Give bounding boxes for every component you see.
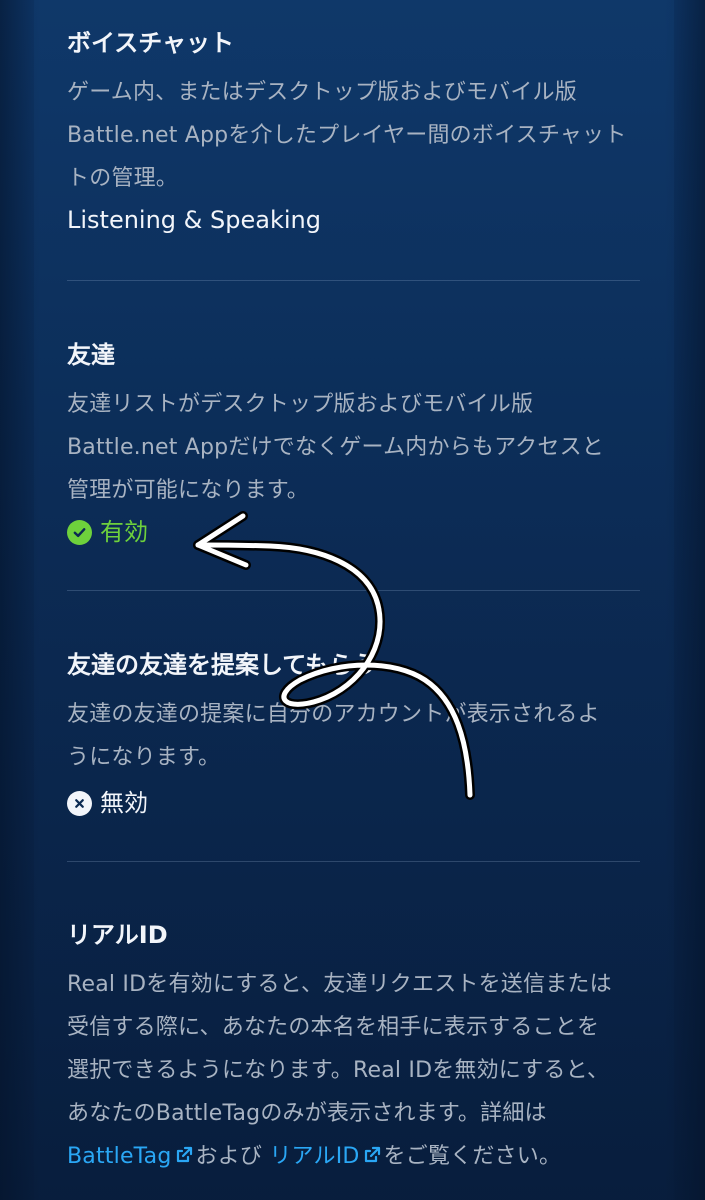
description-line: 管理が可能になります。	[67, 478, 310, 503]
voice-chat-description: ゲーム内、またはデスクトップ版およびモバイル版 Battle.net Appを介…	[67, 71, 643, 200]
real-id-section: リアルID Real IDを有効にすると、友達リクエストを送信または 受信する際…	[67, 862, 643, 1180]
description-line: 友達リストがデスクトップ版およびモバイル版	[67, 392, 534, 417]
description-line: トの管理。	[67, 166, 179, 191]
link-separator-text: および	[195, 1144, 270, 1169]
friends-status-label: 有効	[100, 518, 148, 546]
description-line: ゲーム内、またはデスクトップ版およびモバイル版	[67, 80, 577, 105]
friends-description: 友達リストがデスクトップ版およびモバイル版 Battle.net Appだけでな…	[67, 383, 643, 512]
friends-title: 友達	[67, 341, 115, 369]
friend-suggestions-status-label: 無効	[100, 789, 148, 817]
closing-text: をご覧ください。	[383, 1144, 562, 1169]
external-link-icon[interactable]	[174, 1137, 194, 1180]
description-line: あなたのBattleTagのみが表示されます。詳細は	[67, 1101, 547, 1126]
friend-suggestions-title: 友達の友達を提案してもらう	[67, 651, 378, 679]
description-line: Battle.net Appだけでなくゲーム内からもアクセスと	[67, 435, 604, 460]
battletag-link[interactable]: BattleTag	[67, 1144, 172, 1169]
description-line: うになります。	[67, 745, 221, 770]
description-line: 選択できるようになります。Real IDを無効にすると、	[67, 1058, 610, 1083]
check-circle-icon	[67, 519, 92, 545]
friend-suggestions-status-disabled[interactable]: 無効	[67, 787, 643, 819]
description-line: 友達の友達の提案に自分のアカウントが表示されるよ	[67, 702, 600, 727]
friends-section: 友達 友達リストがデスクトップ版およびモバイル版 Battle.net Appだ…	[67, 281, 643, 591]
description-line: Battle.net Appを介したプレイヤー間のボイスチャット	[67, 123, 627, 148]
description-links-line: BattleTag および リアルID をご覧ください。	[67, 1135, 643, 1180]
real-id-title: リアルID	[67, 921, 168, 949]
friend-suggestions-description: 友達の友達の提案に自分のアカウントが表示されるよ うになります。	[67, 693, 643, 779]
real-id-description: Real IDを有効にすると、友達リクエストを送信または 受信する際に、あなたの…	[67, 963, 643, 1180]
friend-suggestions-section: 友達の友達を提案してもらう 友達の友達の提案に自分のアカウントが表示されるよ う…	[67, 591, 643, 862]
description-line: Real IDを有効にすると、友達リクエストを送信または	[67, 972, 612, 997]
real-id-link[interactable]: リアルID	[269, 1144, 359, 1169]
voice-chat-section: ボイスチャット ゲーム内、またはデスクトップ版およびモバイル版 Battle.n…	[67, 0, 643, 281]
voice-chat-setting-value[interactable]: Listening & Speaking	[67, 204, 643, 236]
voice-chat-title: ボイスチャット	[67, 29, 235, 57]
friends-status-enabled[interactable]: 有効	[67, 516, 643, 548]
x-circle-icon	[67, 790, 92, 816]
description-line: 受信する際に、あなたの本名を相手に表示することを	[67, 1015, 600, 1040]
external-link-icon[interactable]	[362, 1137, 382, 1180]
privacy-settings-list: ボイスチャット ゲーム内、またはデスクトップ版およびモバイル版 Battle.n…	[67, 0, 643, 1180]
